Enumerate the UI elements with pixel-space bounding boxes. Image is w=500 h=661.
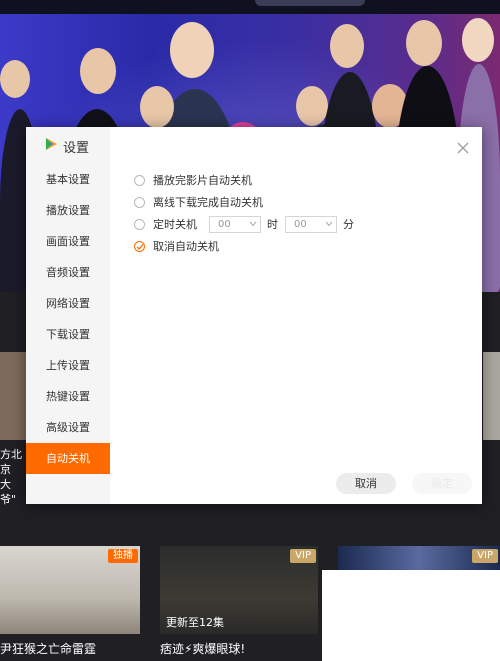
option-label: 离线下载完成自动关机 [153, 196, 263, 209]
close-icon[interactable] [456, 140, 470, 154]
video-card[interactable]: VIP [338, 546, 500, 570]
hour-value: 00 [218, 218, 231, 230]
video-card[interactable]: 独播 [0, 546, 140, 634]
person-head [330, 24, 364, 68]
sidebar-item-upload[interactable]: 上传设置 [26, 350, 110, 381]
radio-button-checked[interactable] [134, 240, 145, 252]
sidebar-item-audio[interactable]: 音频设置 [26, 257, 110, 288]
dialog-title-text: 设置 [63, 140, 90, 156]
person-head [170, 22, 214, 78]
video-title[interactable]: 痞迹⚡爽爆眼球! [160, 641, 245, 657]
blank-panel [322, 570, 500, 661]
option-label: 定时关机 [153, 218, 197, 231]
sidebar-item-auto-shutdown[interactable]: 自动关机 [26, 443, 110, 474]
sidebar-item-picture[interactable]: 画面设置 [26, 226, 110, 257]
sidebar-item-hotkeys[interactable]: 热键设置 [26, 381, 110, 412]
video-thumbnail[interactable] [0, 352, 26, 440]
radio-button[interactable] [134, 196, 145, 208]
option-after-download[interactable]: 离线下载完成自动关机 [134, 193, 263, 211]
hour-unit: 时 [267, 218, 278, 231]
tencent-video-logo-icon [44, 137, 58, 155]
person-head [296, 86, 328, 126]
minute-select[interactable]: 00 [285, 215, 337, 233]
top-bar [0, 0, 500, 14]
minute-value: 00 [294, 218, 307, 230]
episode-overlay: 更新至12集 [166, 616, 224, 629]
radio-button[interactable] [134, 174, 145, 186]
sidebar-item-advanced[interactable]: 高级设置 [26, 412, 110, 443]
ok-button[interactable]: 确定 [412, 473, 472, 494]
settings-dialog: 设置 基本设置 播放设置 画面设置 音频设置 网络设置 下载设置 上传设置 热键… [26, 127, 482, 504]
check-icon [136, 243, 144, 250]
video-card[interactable]: VIP 更新至12集 [160, 546, 318, 634]
person-head [0, 60, 30, 98]
sidebar-item-network[interactable]: 网络设置 [26, 288, 110, 319]
person-head [80, 48, 116, 94]
video-caption[interactable]: 方北京 大爷" [0, 447, 26, 507]
chevron-down-icon [249, 219, 257, 230]
vip-badge: VIP [290, 549, 316, 563]
hour-select[interactable]: 00 [209, 215, 261, 233]
option-timed-shutdown[interactable]: 定时关机 00 时 00 分 [134, 215, 361, 233]
option-label: 取消自动关机 [153, 240, 219, 253]
person-head [406, 20, 442, 66]
video-title[interactable]: 尹狂猴之亡命雷霆 [0, 641, 96, 657]
vip-badge: VIP [472, 549, 498, 563]
sidebar-item-playback[interactable]: 播放设置 [26, 195, 110, 226]
video-thumbnail[interactable] [483, 352, 500, 440]
dialog-title: 设置 [44, 136, 89, 156]
sidebar-item-basic[interactable]: 基本设置 [26, 164, 110, 195]
chevron-down-icon [325, 219, 333, 230]
radio-button[interactable] [134, 218, 145, 230]
option-after-playback[interactable]: 播放完影片自动关机 [134, 171, 252, 189]
sidebar-item-download[interactable]: 下载设置 [26, 319, 110, 350]
search-pill[interactable] [255, 0, 365, 6]
settings-sidebar: 设置 基本设置 播放设置 画面设置 音频设置 网络设置 下载设置 上传设置 热键… [26, 127, 110, 504]
caption-line: 方北京 [0, 448, 22, 476]
minute-unit: 分 [343, 218, 354, 231]
person-head [462, 18, 494, 62]
caption-line: 大爷" [0, 478, 17, 506]
option-label: 播放完影片自动关机 [153, 174, 252, 187]
option-cancel-auto-shutdown[interactable]: 取消自动关机 [134, 237, 219, 255]
cancel-button[interactable]: 取消 [336, 473, 396, 494]
exclusive-badge: 独播 [108, 549, 138, 563]
person-head [140, 86, 174, 128]
